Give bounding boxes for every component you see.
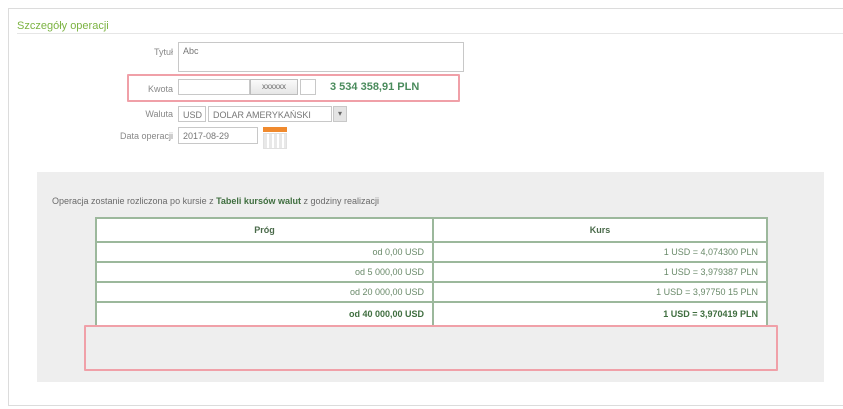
info-suffix: z godziny realizacji (300, 196, 379, 206)
exchange-info-text: Operacja zostanie rozliczona po kursie z… (52, 196, 379, 206)
rate-cell: 1 USD = 3,970419 PLN (432, 301, 768, 327)
info-prefix: Operacja zostanie rozliczona po kursie z (52, 196, 217, 206)
rate-cell: 1 USD = 3,97750 15 PLN (432, 281, 768, 303)
threshold-cell: od 0,00 USD (95, 241, 434, 263)
table-row: od 40 000,00 USD 1 USD = 3,970419 PLN (95, 301, 768, 327)
table-row: od 0,00 USD 1 USD = 4,074300 PLN (95, 241, 768, 263)
section-title: Szczegóły operacji (17, 20, 109, 32)
rates-table: Próg Kurs od 0,00 USD 1 USD = 4,074300 P… (95, 217, 768, 327)
currency-code[interactable]: USD (178, 106, 206, 122)
row-highlight (84, 325, 778, 371)
title-input[interactable]: Abc (178, 42, 464, 72)
rate-cell: 1 USD = 3,979387 PLN (432, 261, 768, 283)
amount-highlight (127, 74, 460, 102)
currency-select[interactable]: DOLAR AMERYKAŃSKI (208, 106, 332, 122)
table-row: od 5 000,00 USD 1 USD = 3,979387 PLN (95, 261, 768, 283)
table-row: od 20 000,00 USD 1 USD = 3,97750 15 PLN (95, 281, 768, 303)
title-divider (17, 33, 843, 34)
column-header-threshold: Próg (95, 217, 434, 243)
column-header-rate: Kurs (432, 217, 768, 243)
rates-table-link[interactable]: Tabeli kursów walut (216, 196, 301, 206)
threshold-cell: od 40 000,00 USD (95, 301, 434, 327)
title-label: Tytuł (153, 47, 173, 57)
threshold-cell: od 5 000,00 USD (95, 261, 434, 283)
calendar-icon[interactable] (263, 127, 287, 149)
date-label: Data operacji (119, 131, 173, 141)
threshold-cell: od 20 000,00 USD (95, 281, 434, 303)
chevron-down-icon[interactable]: ▾ (333, 106, 347, 122)
date-input[interactable]: 2017-08-29 (178, 127, 258, 144)
currency-label: Waluta (145, 109, 173, 119)
rate-cell: 1 USD = 4,074300 PLN (432, 241, 768, 263)
